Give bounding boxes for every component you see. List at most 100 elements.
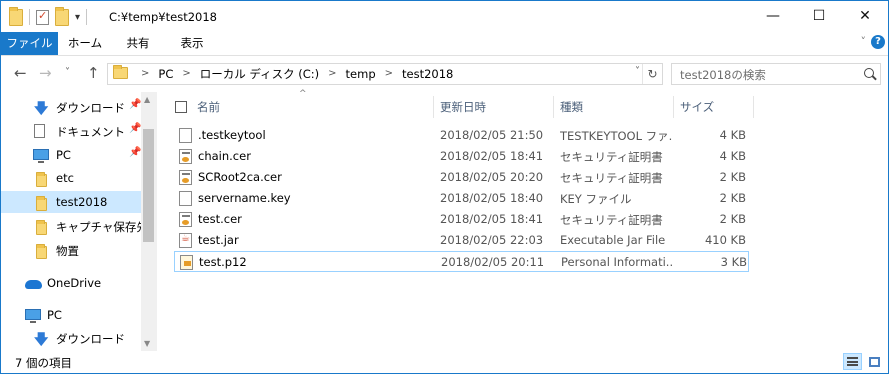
file-type: Personal Informati... [561,255,673,269]
column-header-date[interactable]: 更新日時 [440,96,550,118]
navigation-bar: ← → ˅ ↑ > PC > ローカル ディスク (C:) > temp > t… [1,56,888,92]
column-divider[interactable] [553,96,554,118]
sidebar-item-label: 物置 [56,244,79,258]
download-arrow-icon: 🡇 [34,101,49,117]
file-size: 4 KB [719,128,746,142]
plain-file-icon [179,191,192,206]
pin-icon[interactable]: 📌 [129,99,141,110]
help-icon[interactable]: ? [871,35,885,49]
sidebar-item-documents[interactable]: ドキュメント 📌 [1,120,141,142]
forward-button[interactable]: → [39,64,52,82]
column-divider[interactable] [753,96,754,118]
breadcrumb-separator-icon[interactable]: > [385,64,393,84]
tab-view[interactable]: 表示 [170,32,214,55]
file-row[interactable]: .testkeytool 2018/02/05 21:50 TESTKEYTOO… [174,125,749,146]
customize-toolbar-dropdown-icon[interactable]: ▾ [75,12,80,23]
column-header-size[interactable]: サイズ [680,96,750,118]
file-size: 4 KB [719,149,746,163]
file-size: 410 KB [704,233,746,247]
sidebar-item-etc[interactable]: etc [1,167,141,189]
window-title: C:¥temp¥test2018 [109,10,217,24]
file-size: 3 KB [720,255,747,269]
up-button[interactable]: ↑ [87,64,100,82]
file-name: servername.key [198,191,291,205]
sidebar-item-label: ダウンロード [56,332,125,346]
address-dropdown-icon[interactable]: ˅ [635,66,640,77]
pc-icon [25,309,41,323]
column-header-name[interactable]: 名前 [197,96,417,118]
onedrive-icon [25,280,42,289]
sidebar-item-label: PC [56,148,71,162]
sidebar-item-downloads-pc[interactable]: 🡇 ダウンロード [1,327,141,349]
breadcrumb: > PC > ローカル ディスク (C:) > temp > test2018 [132,64,453,84]
file-row[interactable]: chain.cer 2018/02/05 18:41 セキュリティ証明書 4 K… [174,146,749,167]
expand-ribbon-icon[interactable]: ˅ [861,35,867,48]
sidebar-item-downloads[interactable]: 🡇 ダウンロード 📌 [1,96,141,118]
column-divider[interactable] [433,96,434,118]
navigation-pane: 🡇 ダウンロード 📌 ドキュメント 📌 PC 📌 etc test2018 キャ… [1,92,157,351]
large-icons-view-button[interactable] [865,353,884,370]
properties-icon[interactable] [36,9,49,25]
file-row[interactable]: test.p12 2018/02/05 20:11 Personal Infor… [174,251,749,272]
pin-icon[interactable]: 📌 [129,123,141,134]
minimize-button[interactable]: — [750,1,796,31]
sidebar-scroll-thumb[interactable] [143,129,154,242]
toolbar-divider [29,9,30,25]
new-folder-icon[interactable] [55,6,69,26]
sidebar-item-label: キャプチャ保存先 [56,220,148,234]
recent-locations-icon[interactable]: ˅ [65,67,70,78]
file-row[interactable]: SCRoot2ca.cer 2018/02/05 20:20 セキュリティ証明書… [174,167,749,188]
breadcrumb-separator-icon[interactable]: > [328,64,336,84]
pin-icon[interactable]: 📌 [129,147,141,158]
search-input[interactable]: test2018の検索 [680,67,766,83]
file-name: test.cer [198,212,242,226]
tab-share[interactable]: 共有 [116,32,160,55]
explorer-window: ▾ C:¥temp¥test2018 — ☐ ✕ ファイル ホーム 共有 表示 … [0,0,889,374]
maximize-button[interactable]: ☐ [796,1,842,31]
download-arrow-icon: 🡇 [34,332,49,348]
address-bar[interactable]: > PC > ローカル ディスク (C:) > temp > test2018 … [107,63,663,85]
file-size: 2 KB [719,212,746,226]
scroll-down-icon[interactable]: ▼ [144,339,150,348]
sidebar-item-pc[interactable]: PC [1,304,141,326]
breadcrumb-separator-icon[interactable]: > [182,64,190,84]
column-header-type[interactable]: 種類 [560,96,670,118]
breadcrumb-pc[interactable]: PC [158,64,173,84]
sidebar-item-label: OneDrive [47,276,102,290]
file-row[interactable]: servername.key 2018/02/05 18:40 KEY ファイル… [174,188,749,209]
file-date: 2018/02/05 20:20 [440,170,544,184]
item-count: 7 個の項目 [15,356,72,370]
large-icons-view-icon [869,357,880,367]
tab-home[interactable]: ホーム [62,32,108,55]
file-type: セキュリティ証明書 [560,171,663,185]
sidebar-item-capture-folder[interactable]: キャプチャ保存先 [1,215,148,237]
column-divider[interactable] [673,96,674,118]
file-date: 2018/02/05 18:41 [440,212,544,226]
breadcrumb-local-disk[interactable]: ローカル ディスク (C:) [200,64,319,84]
back-button[interactable]: ← [14,64,27,82]
select-all-checkbox[interactable] [175,101,187,113]
file-date: 2018/02/05 22:03 [440,233,544,247]
refresh-button[interactable]: ↻ [642,64,662,84]
sidebar-item-pc-pinned[interactable]: PC 📌 [1,144,141,166]
sidebar-item-label: ダウンロード [56,101,125,115]
certificate-icon [179,212,192,227]
breadcrumb-temp[interactable]: temp [346,64,376,84]
details-view-icon [847,357,858,366]
file-row[interactable]: test.jar 2018/02/05 22:03 Executable Jar… [174,230,749,251]
file-date: 2018/02/05 20:11 [441,255,545,269]
file-type: TESTKEYTOOL ファ... [560,129,672,143]
search-box[interactable]: test2018の検索 [671,63,881,85]
close-button[interactable]: ✕ [842,1,888,31]
address-folder-icon [113,65,128,79]
sidebar-item-storage[interactable]: 物置 [1,239,141,261]
details-view-button[interactable] [843,353,862,370]
breadcrumb-separator-icon[interactable]: > [141,64,149,84]
file-size: 2 KB [719,170,746,184]
sidebar-item-test2018[interactable]: test2018 [1,191,141,213]
tab-file[interactable]: ファイル [1,32,58,55]
scroll-up-icon[interactable]: ▲ [144,95,150,104]
breadcrumb-test2018[interactable]: test2018 [402,64,453,84]
sidebar-item-onedrive[interactable]: OneDrive [1,272,141,294]
file-row[interactable]: test.cer 2018/02/05 18:41 セキュリティ証明書 2 KB [174,209,749,230]
